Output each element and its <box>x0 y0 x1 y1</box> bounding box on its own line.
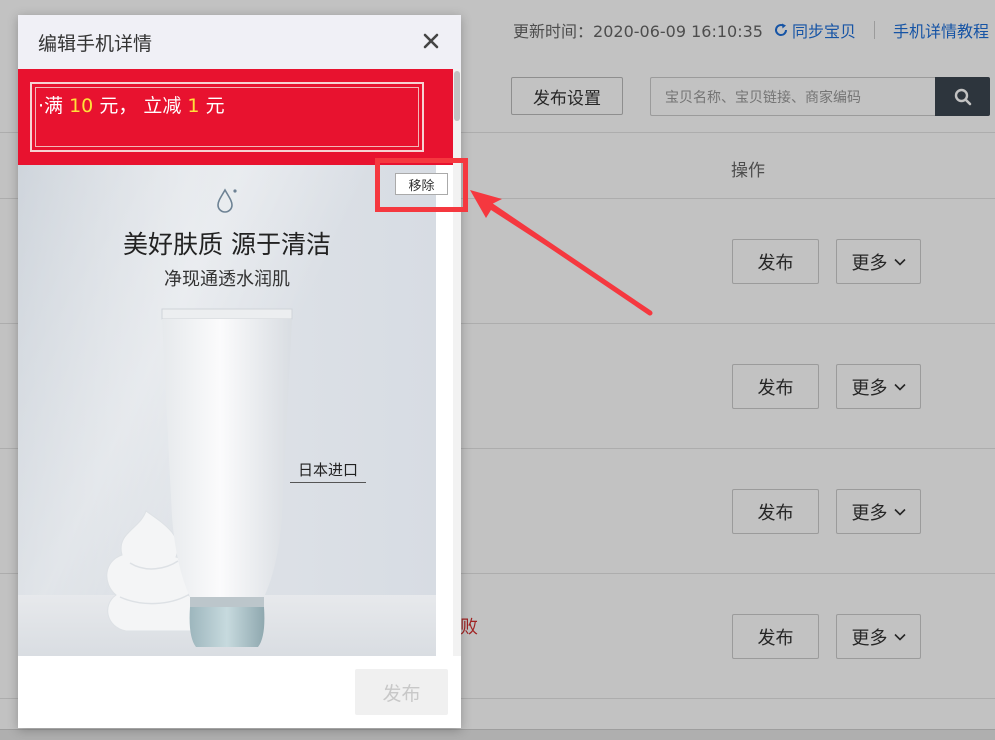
remove-button[interactable]: 移除 <box>395 173 448 195</box>
product-subline: 净现通透水润肌 <box>164 269 290 290</box>
product-headline: 美好肤质 源于清洁 <box>123 230 331 259</box>
promo-mid: 元， 立减 <box>99 95 182 117</box>
close-button[interactable] <box>419 29 443 53</box>
dialog-footer: 发布 <box>18 656 461 728</box>
product-image: 美好肤质 源于清洁 净现通透水润肌 日本进口 <box>18 165 436 656</box>
dialog-title: 编辑手机详情 <box>38 32 153 55</box>
promo-threshold: 10 <box>69 95 94 117</box>
promo-text: ·满 10 元， 立减 1 元 <box>38 91 225 118</box>
scrollbar-thumb[interactable] <box>454 71 460 121</box>
close-icon <box>423 33 439 49</box>
promo-banner: ·满 10 元， 立减 1 元 <box>18 69 453 165</box>
edit-mobile-detail-dialog: 编辑手机详情 ·满 10 元， 立减 1 元 美好肤质 源于清洁 净现通透水润肌… <box>18 15 461 728</box>
origin-badge: 日本进口 <box>290 457 366 483</box>
promo-prefix: ·满 <box>38 95 64 117</box>
dialog-publish-button[interactable]: 发布 <box>355 669 448 715</box>
water-drop-icon <box>217 188 237 213</box>
promo-suffix: 元 <box>205 95 225 117</box>
cleanser-tube-graphic <box>161 308 293 647</box>
dialog-header: 编辑手机详情 <box>18 15 461 69</box>
promo-discount: 1 <box>187 95 200 117</box>
